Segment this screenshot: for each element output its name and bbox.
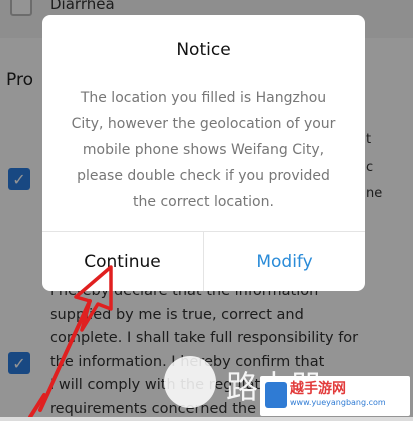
message-line: please double check if you provided <box>60 163 347 189</box>
watermark-badge: 越手游网 www.yueyangbang.com <box>260 376 410 416</box>
message-line: mobile phone shows Weifang City, <box>60 137 347 163</box>
badge-url: www.yueyangbang.com <box>290 398 386 407</box>
watermark: 路由器 越手游网 www.yueyangbang.com <box>160 350 413 417</box>
message-line: the correct location. <box>60 189 347 215</box>
watermark-logo-icon <box>164 356 216 408</box>
dialog-message: The location you filled is Hangzhou City… <box>60 85 347 215</box>
modify-button[interactable]: Modify <box>204 232 365 291</box>
dialog-title: Notice <box>42 40 365 60</box>
message-line: The location you filled is Hangzhou <box>60 85 347 111</box>
continue-button[interactable]: Continue <box>42 232 203 291</box>
message-line: City, however the geolocation of your <box>60 111 347 137</box>
badge-title: 越手游网 <box>290 378 346 398</box>
router-icon <box>265 382 287 408</box>
notice-dialog: Notice The location you filled is Hangzh… <box>42 15 365 291</box>
